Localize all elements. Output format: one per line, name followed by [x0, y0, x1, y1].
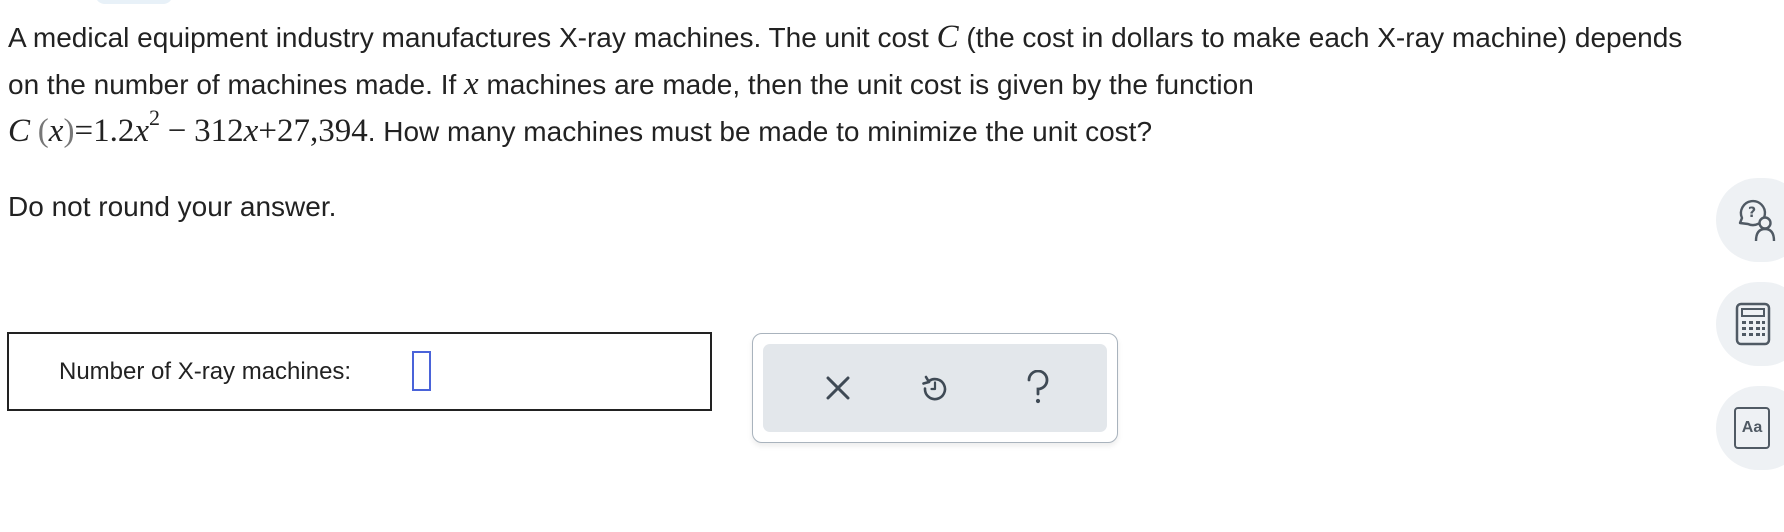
clear-button[interactable]: [810, 362, 866, 414]
calculator-button[interactable]: [1716, 282, 1784, 366]
answer-tools-bar: [763, 344, 1107, 432]
ask-tutor-icon: ?: [1738, 199, 1776, 242]
question-part-4: . How many machines must be made to mini…: [367, 116, 1153, 147]
variable-x: x: [464, 66, 479, 102]
answer-label: Number of X-ray machines:: [59, 358, 352, 385]
variable-c: C: [936, 19, 959, 55]
clear-icon: [826, 376, 850, 400]
instruction-text: Do not round your answer.: [8, 191, 337, 222]
dictionary-icon: Aa: [1734, 407, 1770, 449]
ask-tutor-button[interactable]: ?: [1716, 178, 1784, 262]
answer-panel: Number of X-ray machines:: [7, 332, 712, 411]
top-tab-edge: [95, 0, 173, 4]
answer-tools-panel: [752, 333, 1118, 443]
undo-icon: [922, 375, 947, 401]
dictionary-button[interactable]: Aa: [1716, 386, 1784, 470]
help-button[interactable]: [1010, 362, 1066, 414]
svg-text:?: ?: [1748, 205, 1756, 221]
question-part-1: A medical equipment industry manufacture…: [8, 22, 937, 53]
cost-function: C (x)=1.2x2 − 312x+27,394: [8, 105, 368, 149]
question-part-3: machines are made, then the unit cost is…: [478, 69, 1254, 100]
question-text: A medical equipment industry manufacture…: [8, 14, 1708, 157]
answer-input[interactable]: [412, 351, 431, 391]
calculator-icon: [1735, 302, 1771, 346]
help-icon: [1027, 370, 1049, 404]
undo-button[interactable]: [907, 362, 963, 414]
